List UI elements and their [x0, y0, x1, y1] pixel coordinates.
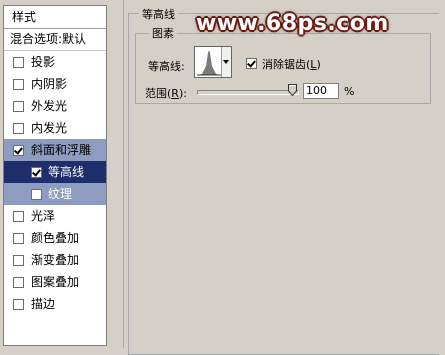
antialias-option[interactable]: 消除锯齿(L) [246, 56, 321, 72]
gradient-overlay-checkbox[interactable] [13, 255, 24, 266]
range-input[interactable]: 100 [303, 83, 339, 99]
style-item-satin[interactable]: 光泽 [4, 205, 106, 227]
satin-checkbox[interactable] [13, 211, 24, 222]
style-item-outer-glow[interactable]: 外发光 [4, 95, 106, 117]
style-item-texture[interactable]: 纹理 [4, 183, 106, 205]
chevron-down-icon[interactable] [221, 47, 231, 77]
style-item-contour[interactable]: 等高线 [4, 161, 106, 183]
drop-shadow-checkbox[interactable] [13, 57, 24, 68]
style-item-label: 图案叠加 [31, 275, 80, 289]
style-item-label: 纹理 [48, 187, 73, 201]
styles-panel: 样式 混合选项:默认 投影 内阴影 外发光 内发光 斜面和浮雕 等高线 纹理 光… [3, 5, 107, 346]
antialias-checkbox[interactable] [246, 58, 257, 69]
panel-divider [123, 0, 124, 348]
inner-glow-checkbox[interactable] [13, 123, 24, 134]
style-item-inner-glow[interactable]: 内发光 [4, 117, 106, 139]
blending-options-item[interactable]: 混合选项:默认 [4, 29, 106, 51]
style-item-label: 光泽 [31, 209, 56, 223]
style-item-label: 等高线 [48, 165, 85, 179]
contour-curve-icon [196, 48, 222, 76]
style-item-drop-shadow[interactable]: 投影 [4, 51, 106, 73]
style-item-label: 渐变叠加 [31, 253, 80, 267]
contour-checkbox[interactable] [31, 167, 42, 178]
style-item-label: 颜色叠加 [31, 231, 80, 245]
contour-section-title: 等高线 [139, 6, 178, 22]
contour-picker[interactable] [194, 46, 232, 78]
style-item-label: 内阴影 [31, 77, 68, 91]
range-label: 范围(R): [145, 87, 187, 100]
styles-header: 样式 [4, 6, 106, 29]
elements-group-title: 图素 [149, 25, 177, 41]
texture-checkbox[interactable] [31, 189, 42, 200]
style-item-pattern-overlay[interactable]: 图案叠加 [4, 271, 106, 293]
style-item-bevel-emboss[interactable]: 斜面和浮雕 [4, 139, 106, 161]
style-item-inner-shadow[interactable]: 内阴影 [4, 73, 106, 95]
style-item-gradient-overlay[interactable]: 渐变叠加 [4, 249, 106, 271]
range-unit: % [344, 85, 355, 98]
antialias-label: 消除锯齿(L) [262, 58, 321, 71]
bevel-emboss-checkbox[interactable] [13, 145, 24, 156]
style-item-label: 描边 [31, 297, 56, 311]
range-slider-thumb[interactable] [288, 84, 297, 96]
style-item-label: 斜面和浮雕 [31, 143, 92, 157]
style-item-color-overlay[interactable]: 颜色叠加 [4, 227, 106, 249]
style-item-label: 内发光 [31, 121, 68, 135]
watermark: www.68ps.com [196, 11, 389, 36]
outer-glow-checkbox[interactable] [13, 101, 24, 112]
style-item-stroke[interactable]: 描边 [4, 293, 106, 315]
contour-label: 等高线: [148, 60, 185, 73]
inner-shadow-checkbox[interactable] [13, 79, 24, 90]
pattern-overlay-checkbox[interactable] [13, 277, 24, 288]
stroke-checkbox[interactable] [13, 299, 24, 310]
color-overlay-checkbox[interactable] [13, 233, 24, 244]
style-item-label: 投影 [31, 55, 56, 69]
range-slider-track[interactable] [197, 90, 299, 95]
style-item-label: 外发光 [31, 99, 68, 113]
